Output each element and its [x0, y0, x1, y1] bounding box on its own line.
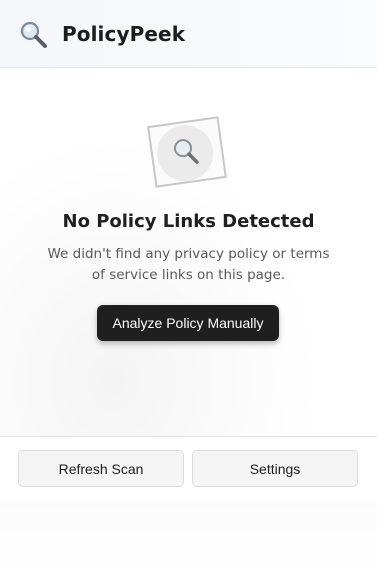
bottom-area	[0, 500, 377, 575]
refresh-scan-button[interactable]: Refresh Scan	[18, 450, 184, 487]
magnifying-glass-icon	[20, 21, 47, 48]
empty-state-title: No Policy Links Detected	[62, 211, 315, 232]
empty-state-illustration	[147, 116, 227, 188]
app-header: PolicyPeek	[0, 0, 377, 68]
analyze-policy-button[interactable]: Analyze Policy Manually	[97, 305, 279, 341]
empty-state-description: We didn't find any privacy policy or ter…	[47, 246, 330, 283]
app-title: PolicyPeek	[62, 22, 186, 46]
footer-actions: Refresh Scan Settings	[0, 436, 377, 500]
magnifying-glass-icon	[174, 139, 199, 164]
settings-button[interactable]: Settings	[192, 450, 358, 487]
